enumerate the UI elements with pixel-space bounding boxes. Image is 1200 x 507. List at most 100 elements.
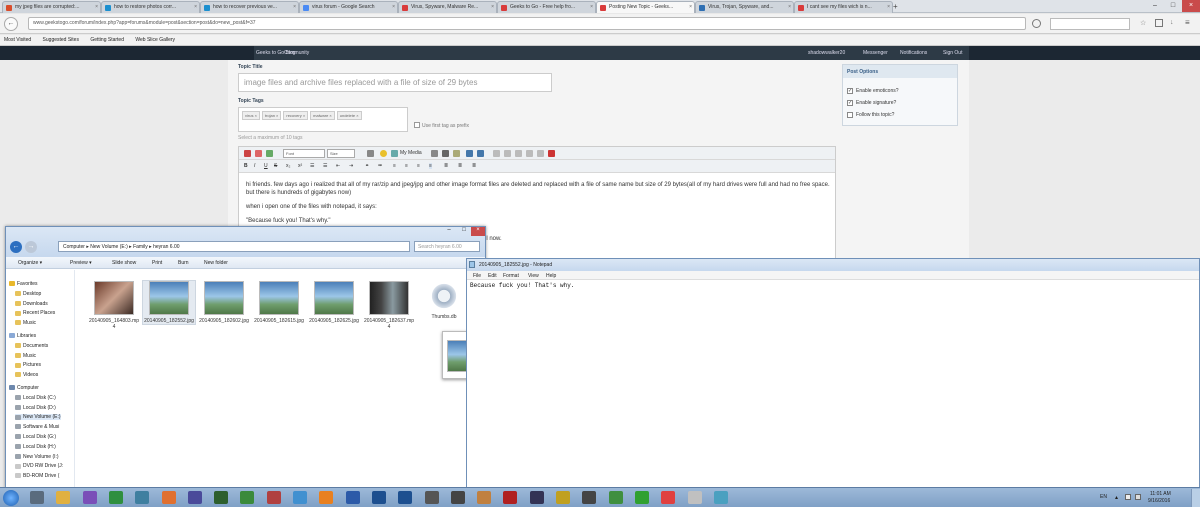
tab-close-icon[interactable]: × (392, 4, 395, 10)
breadcrumb-drive[interactable]: New Volume (E:) (90, 244, 128, 250)
code-icon[interactable] (442, 150, 449, 157)
paste-icon[interactable] (515, 150, 522, 157)
cut-icon[interactable] (493, 150, 500, 157)
align-left-icon[interactable]: ≡ (393, 163, 396, 169)
taskbar-app-icon[interactable] (556, 491, 570, 504)
spoiler-icon[interactable] (453, 150, 460, 157)
taskbar-app-icon[interactable] (477, 491, 492, 504)
nav-item[interactable]: Desktop (15, 291, 41, 297)
nav-item[interactable]: Pictures (15, 362, 41, 368)
menu-format[interactable]: Format (503, 273, 519, 279)
emoticons-checkbox[interactable]: ✓ (847, 88, 853, 94)
new-tab-button[interactable]: + (893, 2, 898, 11)
explorer-address-bar[interactable]: Computer ▸ New Volume (E:) ▸ Family ▸ he… (58, 241, 410, 252)
tab-close-icon[interactable]: × (590, 4, 593, 10)
new-folder-button[interactable]: New folder (204, 260, 228, 266)
strikethrough-button[interactable]: S (274, 163, 277, 169)
tab-close-icon[interactable]: × (689, 4, 692, 10)
notepad-text-area[interactable]: Because fuck you! That's why. (470, 282, 574, 289)
format-icon[interactable]: ≣ (444, 163, 448, 169)
taskbar-app-icon[interactable] (345, 491, 360, 504)
notifications-link[interactable]: Notifications (900, 50, 927, 56)
menu-icon[interactable]: ≡ (1185, 18, 1190, 27)
tag-chip[interactable]: trojan × (261, 111, 282, 120)
explorer-close-button[interactable]: × (471, 227, 485, 236)
browser-tab[interactable]: how to recover previous ve... × (200, 1, 299, 13)
taskbar-app-icon[interactable] (529, 491, 544, 504)
taskbar-app-icon[interactable] (661, 491, 676, 504)
tab-close-icon[interactable]: × (293, 4, 296, 10)
nav-community-link[interactable]: Community (284, 50, 309, 56)
tags-input[interactable]: virus × trojan × recovery × malware × undele… (238, 107, 408, 132)
hr-icon[interactable]: ≣ (458, 163, 462, 169)
nav-item[interactable]: Recent Places (15, 310, 55, 316)
nav-item[interactable]: Local Disk (D:) (15, 405, 56, 411)
start-button[interactable] (3, 490, 19, 506)
bookmark-suggested-sites[interactable]: Suggested Sites (43, 37, 79, 43)
remove-format-icon[interactable] (244, 150, 251, 157)
sign-out-link[interactable]: Sign Out (943, 50, 962, 56)
browser-tab[interactable]: virus forum - Google Search × (299, 1, 398, 13)
tab-close-icon[interactable]: × (194, 4, 197, 10)
browser-tab[interactable]: Virus, Trojan, Spyware, and... × (695, 1, 794, 13)
copy-icon[interactable] (504, 150, 511, 157)
browser-tab[interactable]: Virus, Spyware, Malware Re... × (398, 1, 497, 13)
nav-item[interactable]: Software & Musi (15, 424, 59, 430)
browser-tab[interactable]: Posting New Topic - Geeks... × (596, 1, 695, 13)
slide-show-button[interactable]: Slide show (112, 260, 136, 266)
taskbar-app-icon[interactable] (293, 491, 307, 504)
clock-date[interactable]: 9/16/2016 (1148, 498, 1170, 504)
tab-close-icon[interactable]: × (95, 4, 98, 10)
preview-button[interactable]: Preview ▾ (70, 260, 92, 266)
username-link[interactable]: shadowwalker20 (808, 50, 845, 56)
source-icon[interactable] (548, 150, 555, 157)
use-first-tag-checkbox[interactable] (414, 122, 420, 128)
taskbar-app-icon[interactable] (187, 491, 202, 504)
browser-tab[interactable]: I cant see my files wich is n... × (794, 1, 893, 13)
signature-checkbox[interactable]: ✓ (847, 100, 853, 106)
tab-close-icon[interactable]: × (491, 4, 494, 10)
paste-text-icon[interactable] (526, 150, 533, 157)
file-item[interactable]: 20140905_182552.jpg (142, 280, 196, 325)
file-item[interactable]: 20140905_182615.jpg (253, 281, 305, 324)
browser-search-input[interactable] (1050, 18, 1130, 30)
nav-item[interactable]: Local Disk (C:) (15, 395, 56, 401)
breadcrumb-family[interactable]: Family (133, 244, 148, 250)
star-icon[interactable]: ☆ (1140, 19, 1146, 27)
back-button[interactable]: ← (4, 17, 18, 31)
italic-button[interactable]: I (254, 163, 255, 169)
messenger-link[interactable]: Messenger (863, 50, 888, 56)
bookmarks-menu-icon[interactable] (1155, 19, 1163, 27)
minimize-button[interactable]: – (1146, 0, 1164, 12)
taskbar-app-icon[interactable] (608, 491, 623, 504)
eraser-icon[interactable] (255, 150, 262, 157)
taskbar-app-icon[interactable] (108, 491, 123, 504)
table-icon[interactable] (266, 150, 273, 157)
show-desktop-button[interactable] (1191, 489, 1200, 507)
nav-item[interactable]: Videos (15, 372, 38, 378)
organize-button[interactable]: Organize ▾ (18, 260, 42, 266)
link-icon[interactable]: ⚭ (365, 163, 369, 169)
emoticon-icon[interactable] (380, 150, 387, 157)
taskbar-app-icon[interactable] (371, 491, 386, 504)
nav-item[interactable]: New Volume (I:) (15, 454, 59, 460)
tag-chip[interactable]: undelete × (336, 111, 362, 120)
browser-tab[interactable]: Geeks to Go - Free help fro... × (497, 1, 596, 13)
bookmark-getting-started[interactable]: Getting Started (90, 37, 124, 43)
taskbar-app-icon[interactable] (135, 491, 150, 504)
download-icon[interactable]: ↓ (1170, 19, 1174, 26)
breadcrumb-computer[interactable]: Computer (63, 244, 85, 250)
tag-chip[interactable]: recovery × (283, 111, 309, 120)
taskbar-app-icon[interactable] (214, 491, 229, 504)
taskbar-app-icon[interactable] (687, 491, 702, 504)
nav-item[interactable]: Documents (15, 343, 48, 349)
quote-icon[interactable] (431, 150, 438, 157)
file-item[interactable]: 20140905_182602.jpg (198, 281, 250, 324)
tag-chip[interactable]: malware × (310, 111, 335, 120)
nav-item[interactable]: Local Disk (H:) (15, 444, 56, 450)
redo-icon[interactable] (477, 150, 484, 157)
nav-item[interactable]: Music (15, 320, 36, 326)
superscript-button[interactable]: x² (298, 163, 302, 169)
outdent-icon[interactable]: ⇤ (336, 163, 340, 169)
unlink-icon[interactable]: ⚮ (378, 163, 382, 169)
